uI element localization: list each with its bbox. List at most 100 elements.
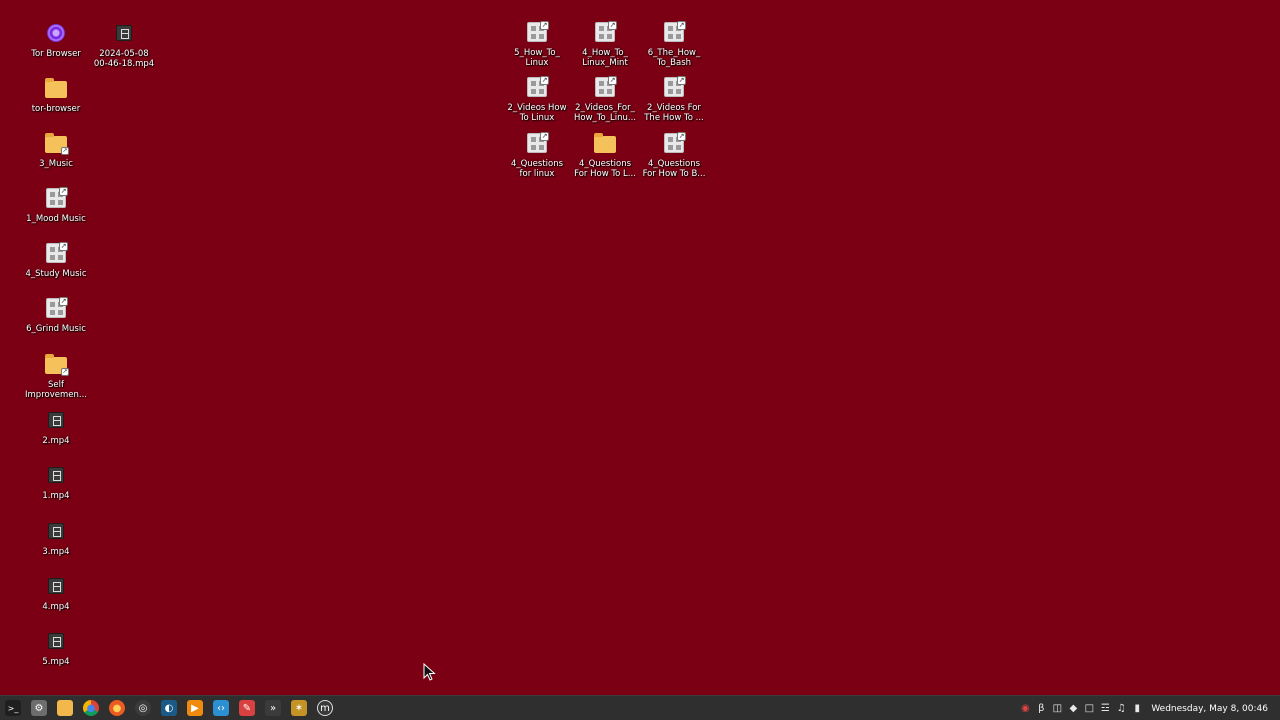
- folder-icon: [45, 77, 67, 99]
- file-manager-icon: [57, 700, 73, 716]
- desktop-icon-4-questions-for-linux[interactable]: ↗ 4_Questions for linux: [499, 132, 575, 179]
- desktop-icon-label: 2_Videos_For_ How_To_Linu...: [574, 103, 636, 123]
- folder-icon: [594, 132, 616, 154]
- file-link-icon: ↗: [663, 76, 686, 98]
- desktop-icon-label: 5_How_To_ Linux: [514, 48, 560, 68]
- desktop-icon-label: 5.mp4: [42, 657, 70, 667]
- system-settings-icon: ⚙: [31, 700, 47, 716]
- kdenlive-icon: »: [265, 700, 281, 716]
- desktop-icon-label: 6_The_How_ To_Bash: [647, 48, 701, 68]
- mouse-cursor-icon: [423, 663, 436, 681]
- desktop-icon-2-videos-for-the-how-to[interactable]: ↗ 2_Videos For The How To ...: [636, 76, 712, 123]
- desktop-icon-5-mp4[interactable]: 5.mp4: [18, 630, 94, 667]
- file-link-icon: ↗: [594, 76, 617, 98]
- obs-launcher[interactable]: ◎: [130, 696, 156, 720]
- sound-icon[interactable]: ♫: [1113, 696, 1129, 720]
- desktop-icon-label: 2_Videos For The How To ...: [644, 103, 704, 123]
- firefox-icon: ●: [109, 700, 125, 716]
- file-link-icon: ↗: [526, 132, 549, 154]
- desktop-icon-tor-browser[interactable]: Tor Browser: [18, 22, 94, 59]
- desktop-icon-2-videos-how-to-linux[interactable]: ↗ 2_Videos How To Linux: [499, 76, 575, 123]
- clock[interactable]: Wednesday, May 8, 00:46: [1145, 704, 1280, 714]
- system-settings-launcher[interactable]: ⚙: [26, 696, 52, 720]
- file-link-icon: ↗: [594, 21, 617, 43]
- video-file-icon: [45, 575, 67, 597]
- desktop-icon-label: tor-browser: [31, 104, 81, 114]
- vscode-launcher[interactable]: ‹›: [208, 696, 234, 720]
- file-link-icon: ↗: [45, 297, 68, 319]
- desktop-icon-label: 2.mp4: [42, 436, 70, 446]
- lowriter-launcher[interactable]: ✎: [234, 696, 260, 720]
- workspace-switcher-icon[interactable]: ◫: [1049, 696, 1065, 720]
- file-link-icon: ↗: [45, 187, 68, 209]
- desktop-icon-1-mood-music[interactable]: ↗ 1_Mood Music: [18, 187, 94, 224]
- desktop-icon-label: 1.mp4: [42, 491, 70, 501]
- desktop-icon-label: 4_Study Music: [25, 269, 87, 279]
- lowriter-icon: ✎: [239, 700, 255, 716]
- folder-link-icon: ↗: [45, 353, 69, 376]
- desktop-icon-6-grind-music[interactable]: ↗ 6_Grind Music: [18, 297, 94, 334]
- desktop-icon-label: 4_Questions For How To L...: [574, 159, 636, 179]
- firefox-launcher[interactable]: ●: [104, 696, 130, 720]
- mint-menu-icon: m: [317, 700, 333, 716]
- steam-launcher[interactable]: ◐: [156, 696, 182, 720]
- desktop-icon-6-the-how-to-bash[interactable]: ↗ 6_The_How_ To_Bash: [636, 21, 712, 68]
- file-link-icon: ↗: [526, 21, 549, 43]
- folder-link-icon: ↗: [45, 132, 69, 155]
- desktop-icon-4-study-music[interactable]: ↗ 4_Study Music: [18, 242, 94, 279]
- desktop-icon-4-questions-for-how-to-l[interactable]: 4_Questions For How To L...: [567, 132, 643, 179]
- steam-icon: ◐: [161, 700, 177, 716]
- desktop-icon-2-videos-for-how-to-linux[interactable]: ↗ 2_Videos_For_ How_To_Linu...: [567, 76, 643, 123]
- obs-icon: ◎: [135, 700, 151, 716]
- desktop-icon-label: Tor Browser: [31, 49, 81, 59]
- taskbar-launchers: >_ ⚙ ● ● ◎ ◐ ▶ ‹› ✎ » ✶ m: [0, 696, 338, 720]
- desktop-icon-4-mp4[interactable]: 4.mp4: [18, 575, 94, 612]
- mint-menu-button[interactable]: m: [312, 696, 338, 720]
- bluetooth-icon[interactable]: β: [1033, 696, 1049, 720]
- desktop-icon-1-mp4[interactable]: 1.mp4: [18, 464, 94, 501]
- power-icon[interactable]: ▮: [1129, 696, 1145, 720]
- taskbar: >_ ⚙ ● ● ◎ ◐ ▶ ‹› ✎ » ✶ m ◉ β ◫ ◆ □ ☲ ♫ …: [0, 695, 1280, 720]
- desktop-icon-label: 4_How_To_ Linux_Mint: [582, 48, 628, 68]
- desktop-icon-label: Self Improvemen...: [25, 380, 87, 400]
- desktop-icon-label: 4.mp4: [42, 602, 70, 612]
- desktop-icon-5-how-to-linux[interactable]: ↗ 5_How_To_ Linux: [499, 21, 575, 68]
- desktop-icon-label: 3.mp4: [42, 547, 70, 557]
- file-link-icon: ↗: [663, 21, 686, 43]
- desktop-icon-label: 4_Questions for linux: [510, 159, 564, 179]
- desktop-icon-recording-video[interactable]: 2024-05-08 00-46-18.mp4: [86, 22, 162, 69]
- system-tray: ◉ β ◫ ◆ □ ☲ ♫ ▮ Wednesday, May 8, 00:46: [1017, 696, 1280, 720]
- vscode-icon: ‹›: [213, 700, 229, 716]
- terminal-launcher[interactable]: >_: [0, 696, 26, 720]
- synaptic-icon: ✶: [291, 700, 307, 716]
- kdenlive-launcher[interactable]: »: [260, 696, 286, 720]
- desktop-icon-label: 3_Music: [39, 159, 73, 169]
- vlc-launcher[interactable]: ▶: [182, 696, 208, 720]
- desktop-icon-label: 2024-05-08 00-46-18.mp4: [93, 49, 155, 69]
- update-manager-icon[interactable]: ◉: [1017, 696, 1033, 720]
- notes-icon[interactable]: □: [1081, 696, 1097, 720]
- shield-icon[interactable]: ◆: [1065, 696, 1081, 720]
- desktop-icon-label: 2_Videos How To Linux: [507, 103, 567, 123]
- desktop-icon-4-questions-for-how-to-b[interactable]: ↗ 4_Questions For How To B...: [636, 132, 712, 179]
- file-manager-launcher[interactable]: [52, 696, 78, 720]
- desktop-icon-self-improvement[interactable]: ↗ Self Improvemen...: [18, 353, 94, 400]
- network-wifi-icon[interactable]: ☲: [1097, 696, 1113, 720]
- file-link-icon: ↗: [663, 132, 686, 154]
- desktop-icon-label: 6_Grind Music: [26, 324, 86, 334]
- desktop-icon-label: 4_Questions For How To B...: [642, 159, 706, 179]
- video-file-icon: [45, 409, 67, 431]
- video-file-icon: [113, 22, 135, 44]
- desktop-icon-2-mp4[interactable]: 2.mp4: [18, 409, 94, 446]
- video-file-icon: [45, 630, 67, 652]
- file-link-icon: ↗: [526, 76, 549, 98]
- desktop-icon-3-music[interactable]: ↗ 3_Music: [18, 132, 94, 169]
- desktop-icon-3-mp4[interactable]: 3.mp4: [18, 520, 94, 557]
- desktop-icon-4-how-to-linux-mint[interactable]: ↗ 4_How_To_ Linux_Mint: [567, 21, 643, 68]
- video-file-icon: [45, 464, 67, 486]
- video-file-icon: [45, 520, 67, 542]
- desktop-icon-tor-browser-folder[interactable]: tor-browser: [18, 77, 94, 114]
- chrome-launcher[interactable]: ●: [78, 696, 104, 720]
- desktop-icon-label: 1_Mood Music: [26, 214, 86, 224]
- synaptic-launcher[interactable]: ✶: [286, 696, 312, 720]
